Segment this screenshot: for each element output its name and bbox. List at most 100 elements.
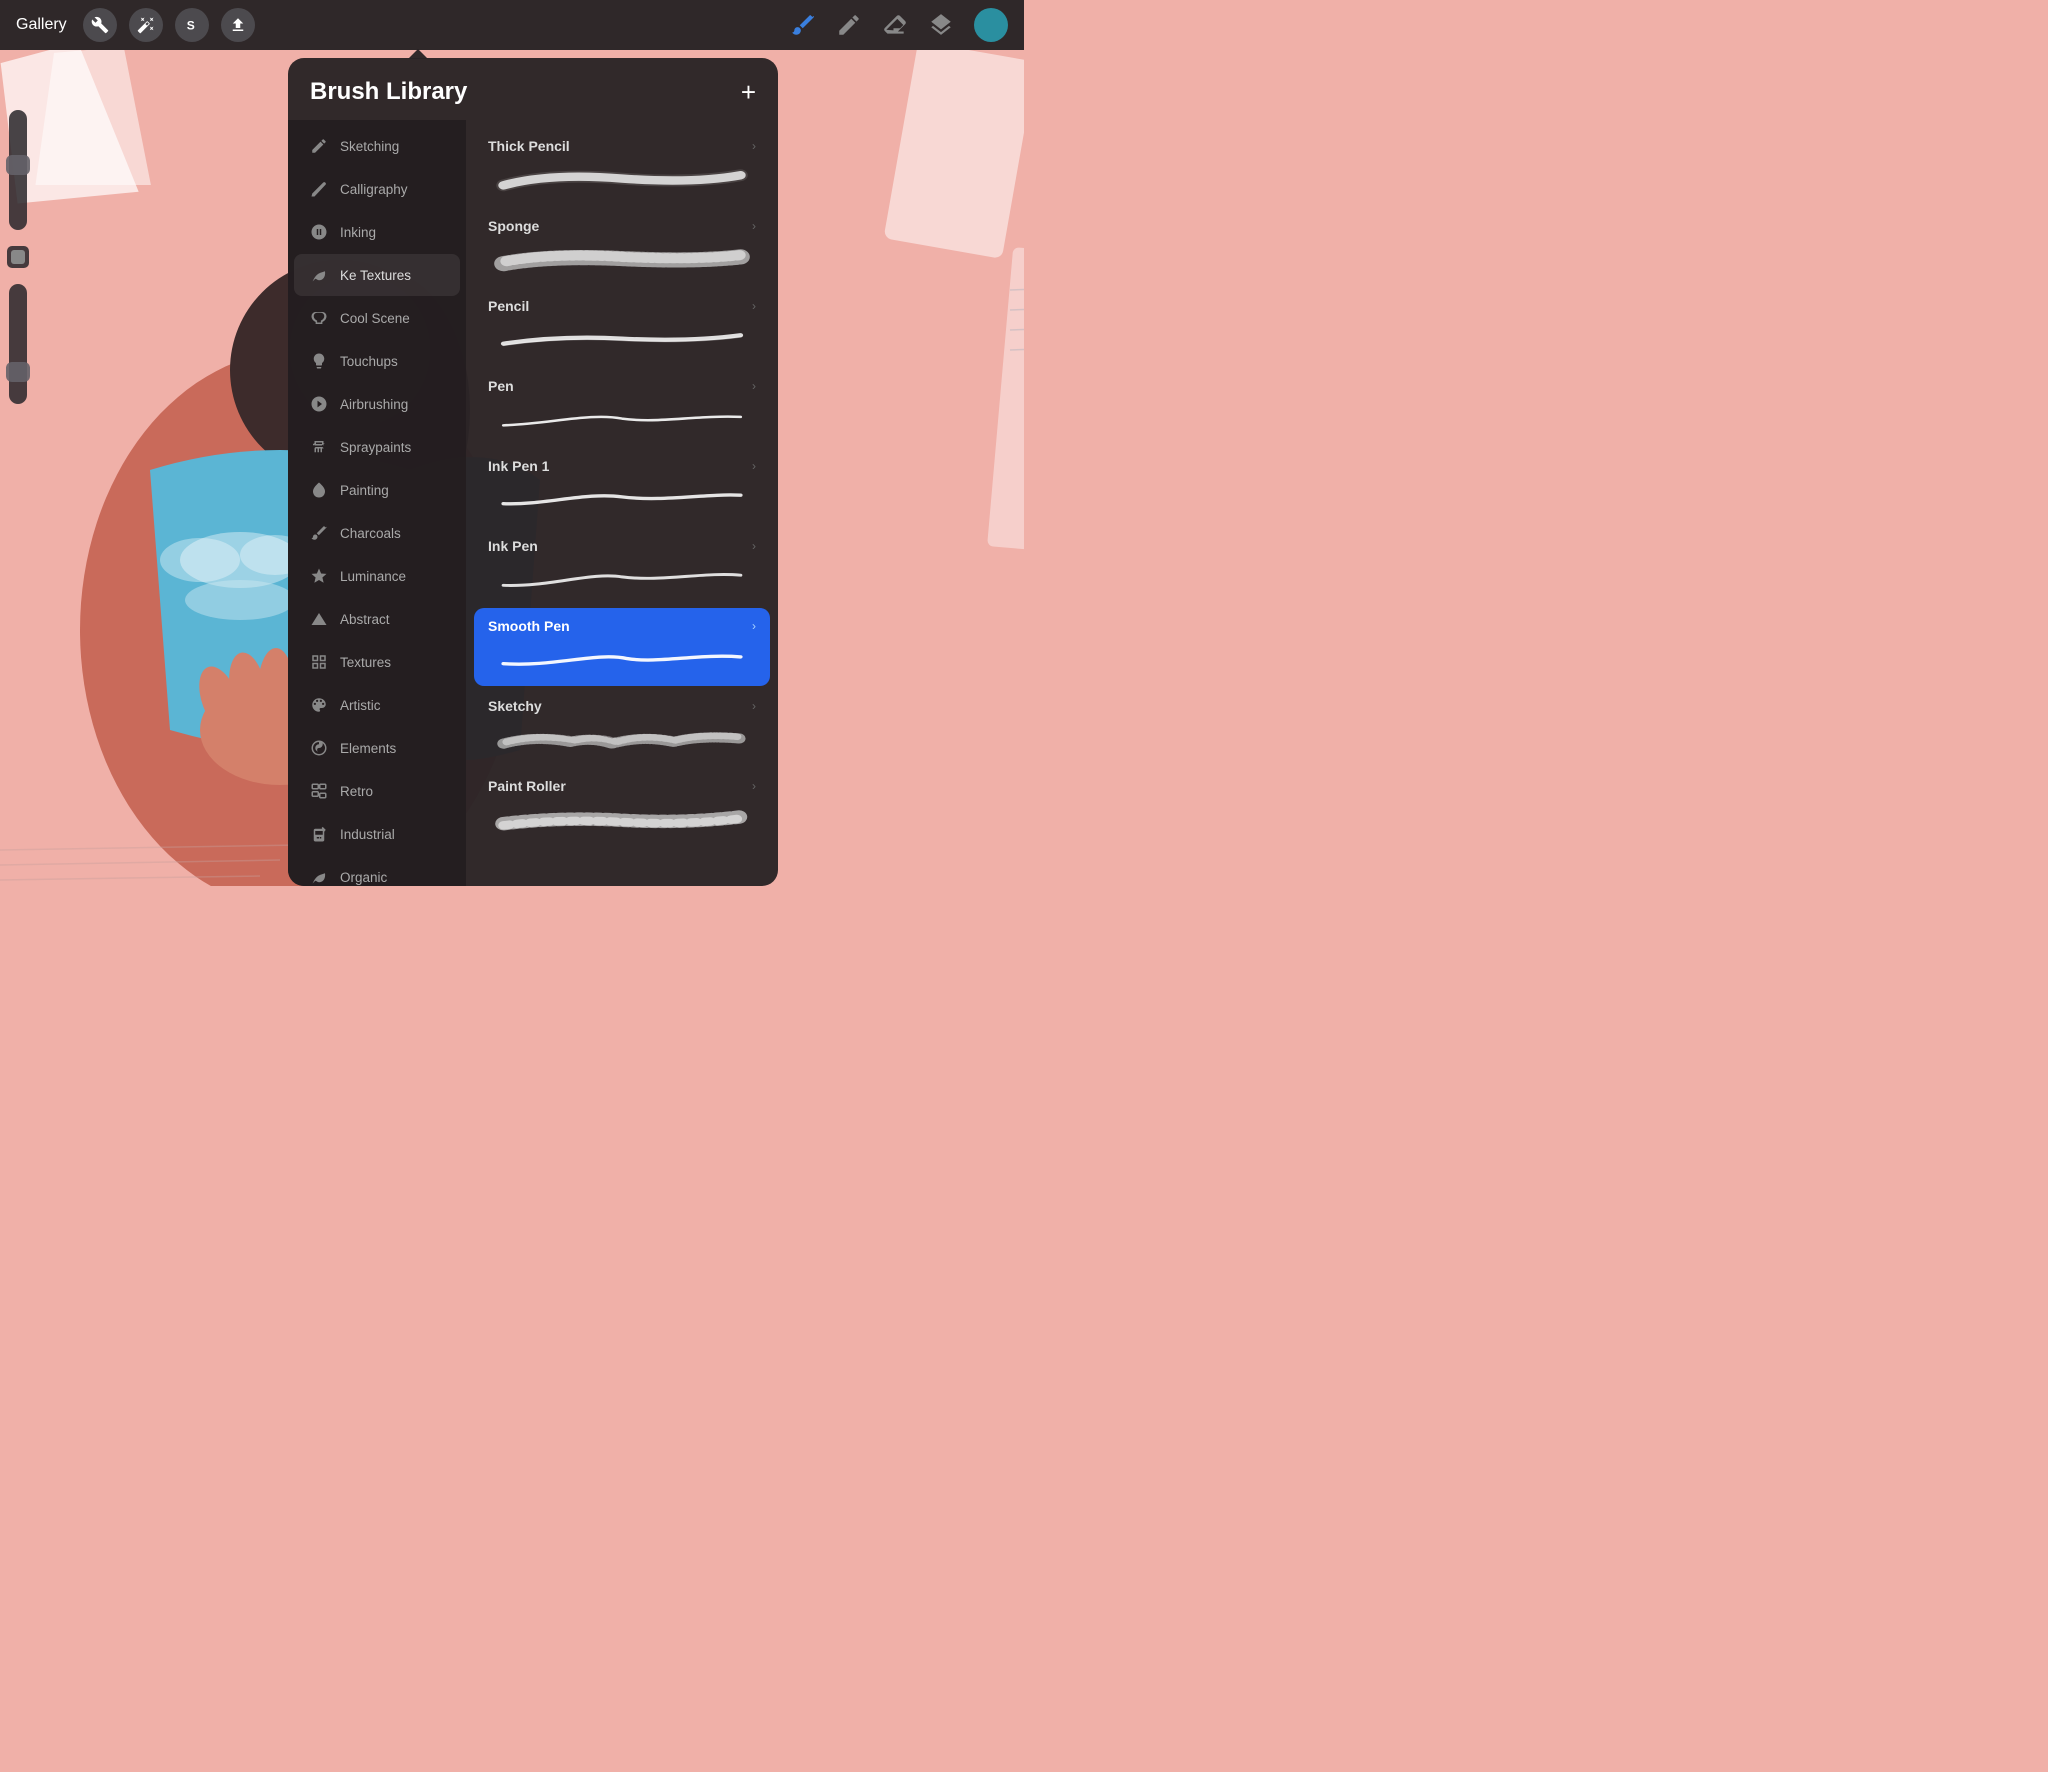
star-icon [308, 565, 330, 587]
sidebar-item-abstract[interactable]: Abstract [294, 598, 460, 640]
brush-name: Ink Pen [488, 538, 538, 554]
sidebar-item-organic[interactable]: Organic [294, 856, 460, 886]
brush-item-pen[interactable]: Pen › [474, 368, 770, 446]
category-label: Artistic [340, 698, 381, 713]
eraser-tool-icon [882, 12, 908, 38]
sidebar-item-textures[interactable]: Textures [294, 641, 460, 683]
sidebar-item-airbrushing[interactable]: Airbrushing [294, 383, 460, 425]
brush-item-header: Ink Pen 1 › [488, 458, 756, 474]
brush-name: Thick Pencil [488, 138, 570, 154]
sidebar-item-retro[interactable]: Retro [294, 770, 460, 812]
user-avatar[interactable] [974, 8, 1008, 42]
layers-tool-button[interactable] [928, 12, 954, 38]
brush-name: Sponge [488, 218, 539, 234]
brush-stroke-preview [488, 160, 756, 198]
top-bar-left: Gallery S [16, 8, 255, 42]
sidebar-item-painting[interactable]: Painting [294, 469, 460, 511]
add-brush-button[interactable]: + [741, 79, 756, 105]
category-label: Organic [340, 870, 387, 885]
category-label: Charcoals [340, 526, 401, 541]
sidebar-item-luminance[interactable]: Luminance [294, 555, 460, 597]
leaf-icon [308, 264, 330, 286]
retro-icon [308, 780, 330, 802]
brush-arrow-icon: › [752, 379, 756, 393]
color-picker-swatch[interactable] [7, 246, 29, 268]
pen-tool-button[interactable] [836, 12, 862, 38]
gallery-label[interactable]: Gallery [16, 16, 67, 34]
category-label: Luminance [340, 569, 406, 584]
organic-leaf-icon [308, 866, 330, 886]
brush-item-header: Paint Roller › [488, 778, 756, 794]
brush-stroke-preview [488, 560, 756, 598]
brush-arrow-icon: › [752, 779, 756, 793]
brush-arrow-icon: › [752, 139, 756, 153]
sidebar-item-touchups[interactable]: Touchups [294, 340, 460, 382]
brush-item-header: Ink Pen › [488, 538, 756, 554]
brush-stroke-preview [488, 240, 756, 278]
svg-text:S: S [186, 19, 194, 33]
paint-drop-icon [308, 479, 330, 501]
sidebar-item-charcoals[interactable]: Charcoals [294, 512, 460, 554]
size-slider-handle[interactable] [6, 362, 30, 382]
layers-tool-icon [928, 12, 954, 38]
category-label: Textures [340, 655, 391, 670]
category-label: Spraypaints [340, 440, 411, 455]
category-list: Sketching Calligraphy Inking Ke Textures… [288, 120, 466, 886]
sidebar-item-cool-scene[interactable]: Cool Scene [294, 297, 460, 339]
sketchbook-icon: S [183, 16, 201, 34]
sidebar-item-spraypaints[interactable]: Spraypaints [294, 426, 460, 468]
brush-item-ink-pen[interactable]: Ink Pen › [474, 528, 770, 606]
brush-library-panel: Brush Library + Sketching Calligraphy In… [288, 58, 778, 886]
brush-arrow-icon: › [752, 219, 756, 233]
brush-item-header: Thick Pencil › [488, 138, 756, 154]
industrial-icon [308, 823, 330, 845]
opacity-slider[interactable] [9, 110, 27, 230]
sidebar-item-elements[interactable]: Elements [294, 727, 460, 769]
top-bar: Gallery S [0, 0, 1024, 50]
brush-arrow-icon: › [752, 539, 756, 553]
brush-tool-icon [790, 12, 816, 38]
brush-item-header: Sketchy › [488, 698, 756, 714]
eraser-tool-button[interactable] [882, 12, 908, 38]
brush-arrow-icon: › [752, 619, 756, 633]
pen-tool-icon [836, 12, 862, 38]
sidebar-item-sketching[interactable]: Sketching [294, 125, 460, 167]
brush-arrow-icon: › [752, 699, 756, 713]
brush-item-sponge[interactable]: Sponge › [474, 208, 770, 286]
brush-item-ink-pen-1[interactable]: Ink Pen 1 › [474, 448, 770, 526]
sidebar-item-inking[interactable]: Inking [294, 211, 460, 253]
magic-wand-icon-button[interactable] [129, 8, 163, 42]
wrench-icon-button[interactable] [83, 8, 117, 42]
brush-arrow-icon: › [752, 459, 756, 473]
sidebar-item-calligraphy[interactable]: Calligraphy [294, 168, 460, 210]
panel-pointer [408, 49, 428, 59]
size-slider[interactable] [9, 284, 27, 404]
category-label: Airbrushing [340, 397, 408, 412]
brush-name: Pencil [488, 298, 529, 314]
sidebar-item-industrial[interactable]: Industrial [294, 813, 460, 855]
brush-stroke-preview [488, 720, 756, 758]
opacity-slider-handle[interactable] [6, 155, 30, 175]
sidebar-item-ke-textures[interactable]: Ke Textures [294, 254, 460, 296]
sketchbook-icon-button[interactable]: S [175, 8, 209, 42]
export-icon [229, 16, 247, 34]
category-label: Ke Textures [340, 268, 411, 283]
panel-body: Sketching Calligraphy Inking Ke Textures… [288, 120, 778, 886]
brush-tool-button[interactable] [790, 12, 816, 38]
brush-item-header: Smooth Pen › [488, 618, 756, 634]
category-label: Painting [340, 483, 389, 498]
wrench-icon [91, 16, 109, 34]
bulb-icon [308, 350, 330, 372]
sidebar-item-artistic[interactable]: Artistic [294, 684, 460, 726]
brush-item-paint-roller[interactable]: Paint Roller › [474, 768, 770, 846]
brush-item-header: Pen › [488, 378, 756, 394]
calligraphy-icon [308, 178, 330, 200]
brush-item-pencil[interactable]: Pencil › [474, 288, 770, 366]
ink-drop-icon [308, 221, 330, 243]
export-icon-button[interactable] [221, 8, 255, 42]
brush-item-thick-pencil[interactable]: Thick Pencil › [474, 128, 770, 206]
brush-item-sketchy[interactable]: Sketchy › [474, 688, 770, 766]
category-label: Inking [340, 225, 376, 240]
brush-item-smooth-pen[interactable]: Smooth Pen › [474, 608, 770, 686]
magic-wand-icon [137, 16, 155, 34]
